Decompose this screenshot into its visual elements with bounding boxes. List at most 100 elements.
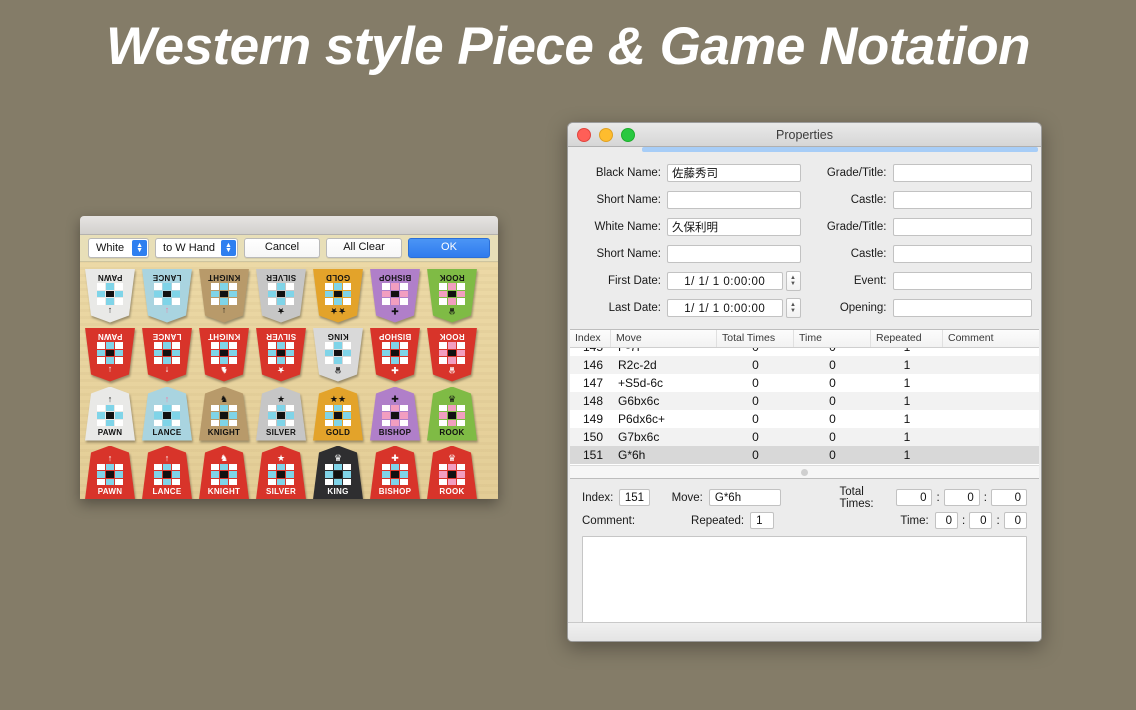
field-input[interactable] xyxy=(892,244,1032,263)
form-row: Grade/Title: xyxy=(809,213,1032,240)
table-row[interactable]: 145P-7f001 xyxy=(570,348,1039,356)
piece-rook-flipped[interactable]: ♛ ROOK xyxy=(427,327,477,382)
column-header[interactable]: Total Times xyxy=(717,330,794,347)
index-field[interactable]: 151 xyxy=(619,489,650,506)
piece-window-titlebar[interactable] xyxy=(80,216,498,235)
piece-glyph xyxy=(211,341,237,364)
scrollbar-knob[interactable] xyxy=(801,468,808,476)
moves-table-body[interactable]: 145P-7f001146R2c-2d001147+S5d-6c001148G6… xyxy=(570,348,1039,465)
piece-knight-upright[interactable]: ♞ KNIGHT xyxy=(199,445,249,499)
piece-silver-upright[interactable]: ★ SILVER xyxy=(256,386,306,441)
piece-lance-flipped[interactable]: ↓ LANCE xyxy=(142,268,192,323)
field-input[interactable]: 1/ 1/ 1 0:00:00 xyxy=(667,271,783,290)
piece-gold-flipped[interactable]: ★★ GOLD xyxy=(313,268,363,323)
all-clear-button[interactable]: All Clear xyxy=(326,238,402,258)
piece-lance-upright[interactable]: ↑ LANCE xyxy=(142,386,192,441)
window-footer xyxy=(568,622,1041,641)
table-row[interactable]: 149 P6dx6c+ 0 0 1 xyxy=(570,410,1039,428)
field-label: White Name: xyxy=(594,220,661,233)
piece-silver-upright[interactable]: ★ SILVER xyxy=(256,445,306,499)
date-stepper[interactable]: ▲ ▼ xyxy=(785,297,801,318)
piece-bishop-upright[interactable]: ✚ BISHOP xyxy=(370,386,420,441)
piece-silver-flipped[interactable]: ★ SILVER xyxy=(256,268,306,323)
piece-king-flipped[interactable]: ♛ KING xyxy=(313,327,363,382)
time-hours[interactable]: 0 xyxy=(934,512,958,529)
detail-row-1: Index: 151 Move: G*6h Total Times: 0 : 0… xyxy=(582,485,1028,510)
cancel-button[interactable]: Cancel xyxy=(244,238,320,258)
destination-select[interactable]: to W Hand ▲ ▼ xyxy=(155,238,238,258)
table-row[interactable]: 146 R2c-2d 0 0 1 xyxy=(570,356,1039,374)
field-label: Grade/Title: xyxy=(826,166,887,179)
field-input[interactable] xyxy=(667,244,801,263)
column-header[interactable]: Comment xyxy=(943,330,1039,347)
column-header[interactable]: Move xyxy=(611,330,717,347)
piece-pawn-flipped[interactable]: ↓ PAWN xyxy=(85,268,135,323)
field-input[interactable]: 佐藤秀司 xyxy=(667,163,801,182)
piece-rook-upright[interactable]: ♛ ROOK xyxy=(427,386,477,441)
piece-pawn-upright[interactable]: ↑ PAWN xyxy=(85,445,135,499)
piece-pawn-flipped[interactable]: ↓ PAWN xyxy=(85,327,135,382)
form-row: Castle: xyxy=(809,186,1032,213)
piece-knight-upright[interactable]: ♞ KNIGHT xyxy=(199,386,249,441)
table-row[interactable]: 147 +S5d-6c 0 0 1 xyxy=(570,374,1039,392)
field-input[interactable] xyxy=(892,217,1032,236)
total-times-seconds[interactable]: 0 xyxy=(990,489,1028,506)
table-cell: 1 xyxy=(903,430,911,444)
piece-name-label: GOLD xyxy=(325,272,351,282)
piece-bishop-upright[interactable]: ✚ BISHOP xyxy=(370,445,420,499)
form-row: Opening: xyxy=(809,294,1032,321)
piece-gold-upright[interactable]: ★★ GOLD xyxy=(313,386,363,441)
form-left-column: Black Name: 佐藤秀司 Short Name: White Name: 久保利… xyxy=(577,159,801,321)
properties-titlebar[interactable]: Properties xyxy=(568,123,1041,147)
date-stepper[interactable]: ▲ ▼ xyxy=(785,270,801,291)
piece-mark-icon: ♞ xyxy=(219,364,229,375)
color-select[interactable]: White ▲ ▼ xyxy=(88,238,150,258)
piece-glyph xyxy=(382,341,408,364)
piece-mark-icon: ♛ xyxy=(447,305,457,316)
column-header[interactable]: Repeated xyxy=(871,330,943,347)
piece-rook-flipped[interactable]: ♛ ROOK xyxy=(427,268,477,323)
form-row: White Name: 久保利明 xyxy=(577,213,801,240)
total-times-label: Total Times: xyxy=(839,485,874,510)
field-input[interactable] xyxy=(892,298,1032,317)
piece-mark-icon: ↑ xyxy=(164,452,170,463)
piece-knight-flipped[interactable]: ♞ KNIGHT xyxy=(199,327,249,382)
piece-bishop-flipped[interactable]: ✚ BISHOP xyxy=(370,268,420,323)
piece-rook-upright[interactable]: ♛ ROOK xyxy=(427,445,477,499)
column-header[interactable]: Index xyxy=(570,330,611,347)
piece-bishop-flipped[interactable]: ✚ BISHOP xyxy=(370,327,420,382)
table-row[interactable]: 148 G6bx6c 0 0 1 xyxy=(570,392,1039,410)
column-header[interactable]: Time xyxy=(794,330,871,347)
piece-knight-flipped[interactable]: ↓ KNIGHT xyxy=(199,268,249,323)
time-seconds[interactable]: 0 xyxy=(1003,512,1027,529)
piece-name-label: KNIGHT xyxy=(207,427,241,437)
piece-lance-flipped[interactable]: ↑ LANCE xyxy=(142,327,192,382)
piece-lance-upright[interactable]: ↑ LANCE xyxy=(142,445,192,499)
table-row[interactable]: 151 G*6h 0 0 1 xyxy=(570,446,1039,464)
field-input[interactable] xyxy=(667,190,801,209)
field-input[interactable] xyxy=(892,271,1032,290)
piece-king-upright[interactable]: ♛ KING xyxy=(313,445,363,499)
piece-name-label: BISHOP xyxy=(378,427,412,437)
table-row[interactable]: 150 G7bx6c 0 0 1 xyxy=(570,428,1039,446)
time-minutes[interactable]: 0 xyxy=(969,512,993,529)
total-times-minutes[interactable]: 0 xyxy=(943,489,980,506)
time-separator: : xyxy=(996,514,1000,527)
ok-button[interactable]: OK xyxy=(408,238,490,258)
page-title: Western style Piece & Game Notation xyxy=(105,17,1031,76)
time-separator: : xyxy=(961,514,966,527)
field-input[interactable]: 1/ 1/ 1 0:00:00 xyxy=(667,298,783,317)
piece-mark-icon: ★★ xyxy=(329,305,347,316)
active-tab-bar[interactable] xyxy=(642,147,1038,152)
total-times-hours[interactable]: 0 xyxy=(896,489,933,506)
piece-pawn-upright[interactable]: ↑ PAWN xyxy=(85,386,135,441)
repeated-field[interactable]: 1 xyxy=(750,512,775,529)
field-input[interactable]: 久保利明 xyxy=(667,217,801,236)
move-field[interactable]: G*6h xyxy=(708,489,782,506)
piece-glyph xyxy=(439,341,465,364)
horizontal-scrollbar[interactable] xyxy=(570,465,1039,478)
table-cell: 146 xyxy=(582,358,603,372)
field-input[interactable] xyxy=(892,163,1032,182)
piece-silver-flipped[interactable]: ★ SILVER xyxy=(256,327,306,382)
field-input[interactable] xyxy=(892,190,1032,209)
